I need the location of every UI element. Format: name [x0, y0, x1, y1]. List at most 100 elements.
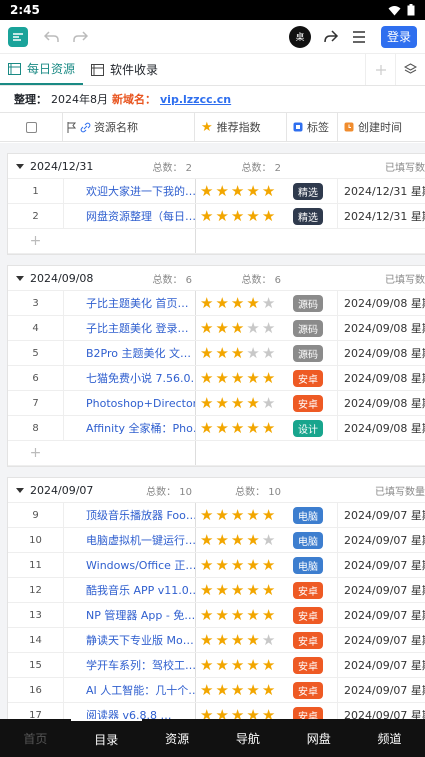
- tag-cell[interactable]: 安卓: [289, 391, 337, 415]
- add-record-row[interactable]: +: [8, 441, 425, 466]
- rating-stars[interactable]: ★ ★ ★ ★ ★: [195, 179, 289, 203]
- resource-name-link[interactable]: 子比主题美化 首页…: [63, 291, 195, 315]
- resource-name-link[interactable]: Affinity 全家桶：Pho…: [63, 416, 195, 440]
- star-icon[interactable]: ★: [262, 707, 275, 719]
- star-icon[interactable]: ★: [262, 632, 275, 648]
- star-icon[interactable]: ★: [231, 345, 244, 361]
- column-rating[interactable]: ★ 推荐指数: [194, 113, 286, 141]
- nav-item-3[interactable]: 导航: [212, 719, 283, 757]
- star-icon[interactable]: ★: [246, 370, 259, 386]
- group-header[interactable]: 2024/09/07 总数： 10 总数： 10 已填写数量: [8, 478, 425, 503]
- star-icon[interactable]: ★: [200, 632, 213, 648]
- column-created[interactable]: 创建时间: [337, 113, 425, 141]
- add-record-icon[interactable]: +: [8, 233, 63, 249]
- tag-cell[interactable]: 安卓: [289, 678, 337, 702]
- table-body[interactable]: 2024/12/31 总数： 2 总数： 2 已填写数 1 欢迎大家进一下我的… ★ ★ ★ ★ ★…: [0, 143, 425, 719]
- star-icon[interactable]: ★: [215, 532, 228, 548]
- star-icon[interactable]: ★: [262, 395, 275, 411]
- star-icon[interactable]: ★: [246, 320, 259, 336]
- rating-stars[interactable]: ★ ★ ★ ★ ★: [195, 503, 289, 527]
- star-icon[interactable]: ★: [262, 607, 275, 623]
- tag-cell[interactable]: 精选: [289, 179, 337, 203]
- rating-stars[interactable]: ★ ★ ★ ★ ★: [195, 291, 289, 315]
- star-icon[interactable]: ★: [231, 607, 244, 623]
- star-icon[interactable]: ★: [200, 183, 213, 199]
- star-icon[interactable]: ★: [200, 532, 213, 548]
- resource-name-link[interactable]: AI 人工智能：几十个…: [63, 678, 195, 702]
- tab-software[interactable]: 软件收录: [83, 54, 166, 85]
- star-icon[interactable]: ★: [246, 682, 259, 698]
- table-row[interactable]: 16 AI 人工智能：几十个… ★ ★ ★ ★ ★ 安卓 2024/09/07 星期: [8, 678, 425, 703]
- star-icon[interactable]: ★: [215, 183, 228, 199]
- star-icon[interactable]: ★: [215, 420, 228, 436]
- collapse-triangle-icon[interactable]: [16, 163, 24, 169]
- nav-item-0[interactable]: 首页: [0, 719, 71, 757]
- resource-name-link[interactable]: Photoshop+Director …: [63, 391, 195, 415]
- star-icon[interactable]: ★: [262, 295, 275, 311]
- star-icon[interactable]: ★: [200, 682, 213, 698]
- redo-icon[interactable]: [66, 23, 94, 51]
- star-icon[interactable]: ★: [231, 370, 244, 386]
- nav-item-1[interactable]: 目录: [70, 719, 142, 757]
- table-row[interactable]: 17 阅读器 v6.8.8 … ★ ★ ★ ★ ★ 安卓 2024/09/07 星期: [8, 703, 425, 719]
- tag-cell[interactable]: 源码: [289, 341, 337, 365]
- rating-stars[interactable]: ★ ★ ★ ★ ★: [195, 391, 289, 415]
- star-icon[interactable]: ★: [215, 295, 228, 311]
- star-icon[interactable]: ★: [262, 320, 275, 336]
- resource-name-link[interactable]: 七猫免费小说 7.56.0…: [63, 366, 195, 390]
- star-icon[interactable]: ★: [262, 657, 275, 673]
- star-icon[interactable]: ★: [246, 707, 259, 719]
- table-row[interactable]: 5 B2Pro 主题美化 文… ★ ★ ★ ★ ★ 源码 2024/09/08 星期: [8, 341, 425, 366]
- add-record-row[interactable]: +: [8, 229, 425, 254]
- star-icon[interactable]: ★: [262, 532, 275, 548]
- star-icon[interactable]: ★: [262, 507, 275, 523]
- rating-stars[interactable]: ★ ★ ★ ★ ★: [195, 416, 289, 440]
- star-icon[interactable]: ★: [200, 320, 213, 336]
- star-icon[interactable]: ★: [246, 208, 259, 224]
- star-icon[interactable]: ★: [231, 208, 244, 224]
- nav-item-2[interactable]: 资源: [142, 719, 213, 757]
- tab-daily-resources[interactable]: 每日资源: [0, 54, 84, 85]
- star-icon[interactable]: ★: [246, 532, 259, 548]
- rating-stars[interactable]: ★ ★ ★ ★ ★: [195, 553, 289, 577]
- star-icon[interactable]: ★: [246, 557, 259, 573]
- table-row[interactable]: 12 酷我音乐 APP v11.0… ★ ★ ★ ★ ★ 安卓 2024/09/07 星期: [8, 578, 425, 603]
- tag-cell[interactable]: 电脑: [289, 503, 337, 527]
- table-row[interactable]: 14 静读天下专业版 Mo… ★ ★ ★ ★ ★ 安卓 2024/09/07 星期: [8, 628, 425, 653]
- star-icon[interactable]: ★: [231, 632, 244, 648]
- tag-cell[interactable]: 电脑: [289, 553, 337, 577]
- star-icon[interactable]: ★: [215, 657, 228, 673]
- star-icon[interactable]: ★: [200, 657, 213, 673]
- star-icon[interactable]: ★: [246, 420, 259, 436]
- star-icon[interactable]: ★: [200, 507, 213, 523]
- star-icon[interactable]: ★: [231, 532, 244, 548]
- layers-icon[interactable]: [395, 54, 425, 85]
- rating-stars[interactable]: ★ ★ ★ ★ ★: [195, 316, 289, 340]
- login-button[interactable]: 登录: [381, 25, 417, 48]
- star-icon[interactable]: ★: [246, 632, 259, 648]
- star-icon[interactable]: ★: [231, 295, 244, 311]
- star-icon[interactable]: ★: [215, 370, 228, 386]
- group-header[interactable]: 2024/12/31 总数： 2 总数： 2 已填写数: [8, 154, 425, 179]
- tag-cell[interactable]: 精选: [289, 204, 337, 228]
- column-tag[interactable]: 标签: [286, 113, 337, 141]
- add-view-icon[interactable]: [365, 54, 395, 85]
- tag-cell[interactable]: 安卓: [289, 578, 337, 602]
- star-icon[interactable]: ★: [246, 183, 259, 199]
- star-icon[interactable]: ★: [215, 607, 228, 623]
- star-icon[interactable]: ★: [215, 395, 228, 411]
- tag-cell[interactable]: 安卓: [289, 628, 337, 652]
- resource-name-link[interactable]: 酷我音乐 APP v11.0…: [63, 578, 195, 602]
- tag-cell[interactable]: 安卓: [289, 603, 337, 627]
- star-icon[interactable]: ★: [215, 682, 228, 698]
- resource-name-link[interactable]: Windows/Office 正…: [63, 553, 195, 577]
- resource-name-link[interactable]: B2Pro 主题美化 文…: [63, 341, 195, 365]
- resource-name-link[interactable]: NP 管理器 App - 免…: [63, 603, 195, 627]
- tag-cell[interactable]: 安卓: [289, 366, 337, 390]
- star-icon[interactable]: ★: [200, 707, 213, 719]
- rating-stars[interactable]: ★ ★ ★ ★ ★: [195, 628, 289, 652]
- rating-stars[interactable]: ★ ★ ★ ★ ★: [195, 578, 289, 602]
- star-icon[interactable]: ★: [215, 557, 228, 573]
- star-icon[interactable]: ★: [200, 420, 213, 436]
- group-header[interactable]: 2024/09/08 总数： 6 总数： 6 已填写数: [8, 266, 425, 291]
